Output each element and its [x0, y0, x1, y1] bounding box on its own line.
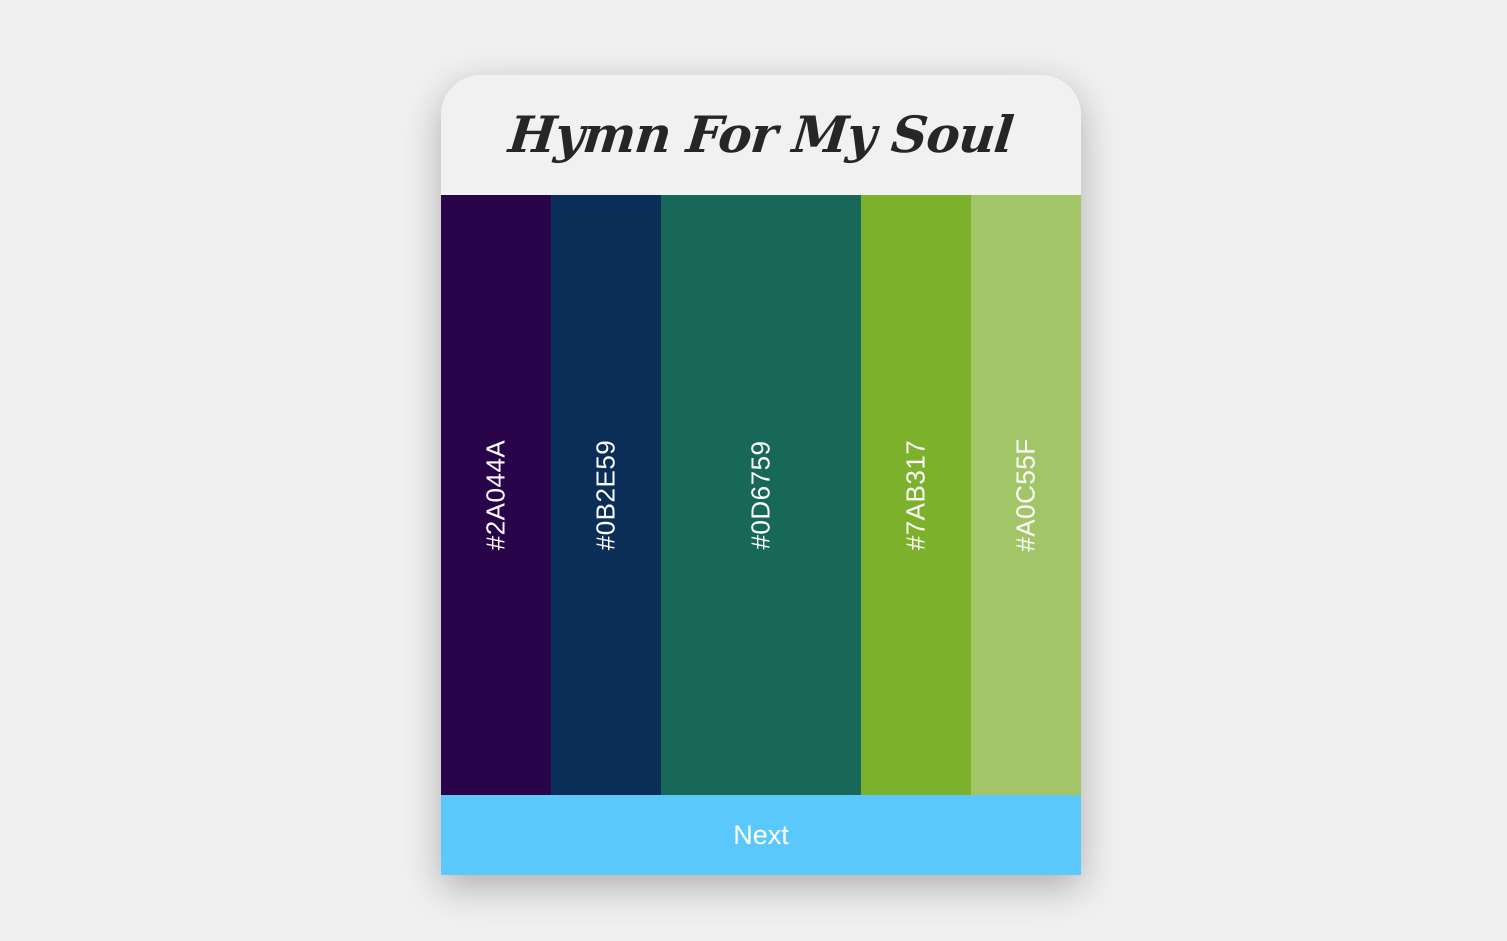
palette-card: Hymn For My Soul #2A044A #0B2E59 #0D6759…	[441, 75, 1081, 875]
swatch-hex-label: #2A044A	[480, 439, 511, 551]
swatch-hex-label: #0B2E59	[590, 439, 621, 551]
swatch-hex-label: #0D6759	[745, 440, 776, 550]
next-button[interactable]: Next	[441, 795, 1081, 875]
color-swatches: #2A044A #0B2E59 #0D6759 #7AB317 #A0C55F	[441, 195, 1081, 795]
color-swatch-3[interactable]: #0D6759	[661, 195, 861, 795]
color-swatch-5[interactable]: #A0C55F	[971, 195, 1081, 795]
swatch-hex-label: #7AB317	[900, 439, 931, 551]
palette-header: Hymn For My Soul	[441, 75, 1081, 195]
color-swatch-4[interactable]: #7AB317	[861, 195, 971, 795]
color-swatch-2[interactable]: #0B2E59	[551, 195, 661, 795]
color-swatch-1[interactable]: #2A044A	[441, 195, 551, 795]
swatch-hex-label: #A0C55F	[1010, 438, 1041, 552]
palette-title: Hymn For My Soul	[506, 105, 1016, 164]
